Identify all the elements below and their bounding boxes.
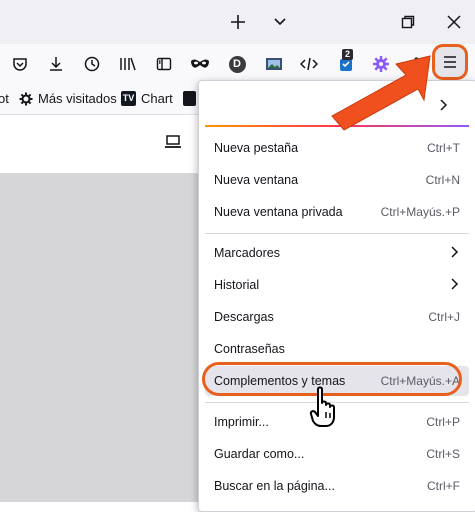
menu-item-find-in-page[interactable]: Buscar en la página... Ctrl+F xyxy=(205,471,469,501)
menu-item-shortcut: Ctrl+P xyxy=(426,415,460,429)
bookmark-most-visited-label: Más visitados xyxy=(38,91,117,106)
close-window-button[interactable] xyxy=(440,8,468,36)
profile-letter: D xyxy=(233,58,241,70)
menu-item-shortcut: Ctrl+Mayús.+P xyxy=(380,205,460,219)
sidebar-button[interactable] xyxy=(152,52,176,76)
restore-window-icon xyxy=(401,15,415,29)
download-icon xyxy=(50,57,62,71)
laptop-icon xyxy=(165,135,181,148)
menu-item-label: Historial xyxy=(214,278,260,292)
bookmark-partial-label: ot xyxy=(0,91,9,106)
new-tab-button[interactable] xyxy=(224,8,252,36)
downloads-button[interactable] xyxy=(44,52,68,76)
image-extension-button[interactable] xyxy=(262,52,286,76)
bookmark-partial[interactable]: ot xyxy=(0,91,9,106)
menu-item-label: Nueva ventana xyxy=(214,173,299,187)
history-icon xyxy=(84,56,100,72)
menu-item-label: Nueva pestaña xyxy=(214,141,299,155)
image-extension-icon xyxy=(266,58,282,70)
menu-item-shortcut: Ctrl+J xyxy=(428,310,460,324)
bookmark-most-visited[interactable]: Más visitados xyxy=(19,91,117,106)
menu-item-downloads[interactable]: Descargas Ctrl+J xyxy=(205,302,469,332)
chevron-right-icon xyxy=(440,99,448,111)
menu-item-shortcut: Ctrl+S xyxy=(426,447,460,461)
chevron-down-icon xyxy=(274,18,286,26)
menu-icon xyxy=(444,56,456,68)
close-icon xyxy=(447,15,461,29)
sidebar-icon xyxy=(156,57,172,71)
bookmark-chart-label: Chart xyxy=(141,91,173,106)
menu-item-shortcut: Ctrl+F xyxy=(427,479,460,493)
gear-icon xyxy=(19,92,33,105)
list-all-tabs-button[interactable] xyxy=(266,8,294,36)
restore-window-button[interactable] xyxy=(394,8,422,36)
pocket-icon xyxy=(13,58,27,71)
orange-arrow-icon xyxy=(331,55,431,131)
chevron-right-icon xyxy=(451,246,459,258)
menu-item-label: Contraseñas xyxy=(214,342,285,356)
private-mask-icon xyxy=(191,59,209,68)
bookmark-chart[interactable]: TV Chart xyxy=(121,91,173,106)
menu-item-new-tab[interactable]: Nueva pestaña Ctrl+T xyxy=(205,133,469,163)
menu-item-new-private-window[interactable]: Nueva ventana privada Ctrl+Mayús.+P xyxy=(205,197,469,227)
chevron-right-icon xyxy=(451,278,459,290)
menu-item-label: Guardar como... xyxy=(214,447,305,461)
application-menu: Nueva pestaña Ctrl+T Nueva ventana Ctrl+… xyxy=(198,80,475,512)
profile-d-icon: D xyxy=(228,55,246,73)
title-bar xyxy=(0,0,475,44)
code-button[interactable] xyxy=(297,52,321,76)
private-browsing-button[interactable] xyxy=(188,52,212,76)
menu-item-bookmarks[interactable]: Marcadores xyxy=(205,238,469,268)
menu-item-save-as[interactable]: Guardar como... Ctrl+S xyxy=(205,439,469,469)
bookmark-partial-right[interactable] xyxy=(183,91,196,106)
profile-d-button[interactable]: D xyxy=(225,52,249,76)
plus-icon xyxy=(231,15,245,29)
menu-item-shortcut: Ctrl+T xyxy=(427,141,460,155)
menu-item-label: Nueva ventana privada xyxy=(214,205,343,219)
tradingview-icon: TV xyxy=(121,91,136,106)
menu-item-new-window[interactable]: Nueva ventana Ctrl+N xyxy=(205,165,469,195)
history-button[interactable] xyxy=(80,52,104,76)
menu-item-label: Buscar en la página... xyxy=(214,479,335,493)
menu-item-passwords[interactable]: Contraseñas xyxy=(205,334,469,364)
hand-cursor-icon xyxy=(309,386,335,427)
menu-item-label: Imprimir... xyxy=(214,415,269,429)
menu-item-history[interactable]: Historial xyxy=(205,270,469,300)
menu-item-shortcut: Ctrl+N xyxy=(425,173,460,187)
open-application-menu-button[interactable] xyxy=(432,44,468,80)
menu-separator xyxy=(205,233,469,234)
library-icon xyxy=(120,57,136,71)
code-icon xyxy=(300,57,318,71)
pocket-button[interactable] xyxy=(8,52,32,76)
menu-item-label: Marcadores xyxy=(214,246,280,260)
bookmark-favicon-icon xyxy=(183,91,196,106)
library-button[interactable] xyxy=(116,52,140,76)
menu-item-label: Descargas xyxy=(214,310,274,324)
